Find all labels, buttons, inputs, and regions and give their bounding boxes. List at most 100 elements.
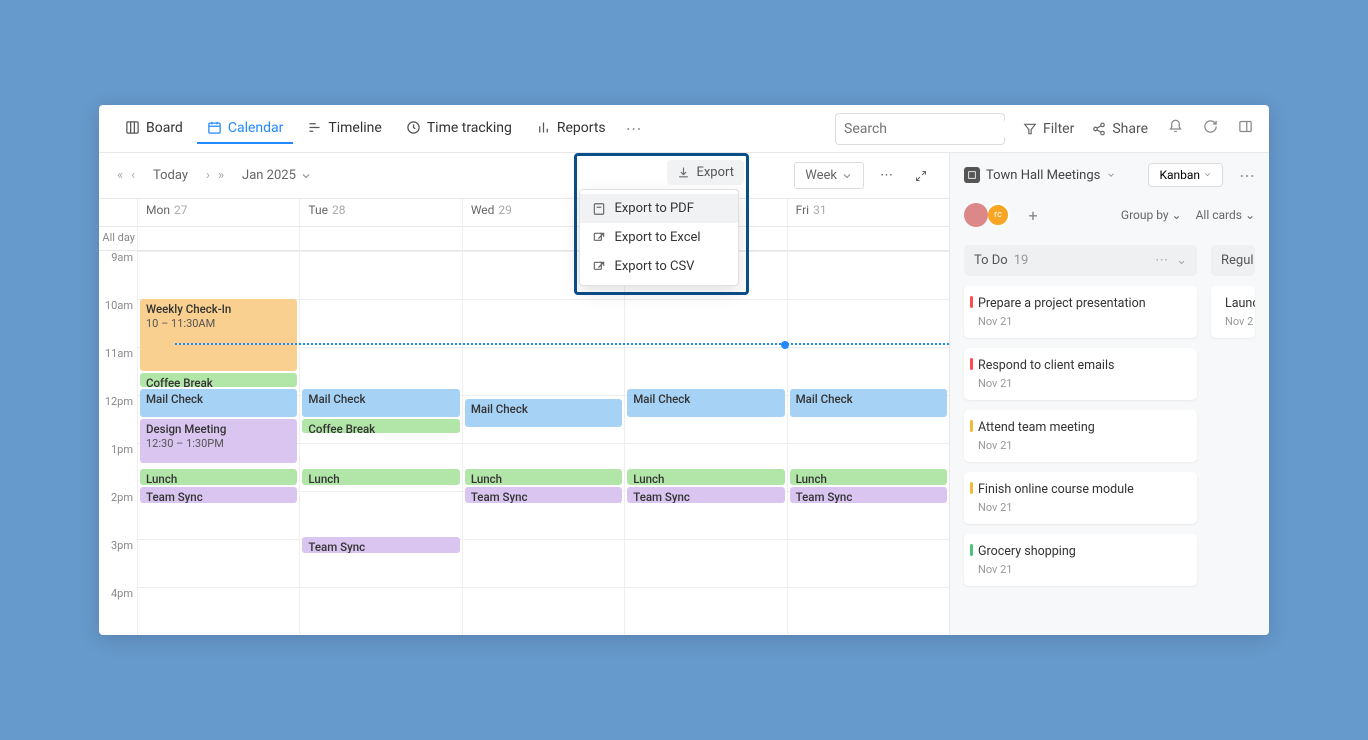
allday-cell[interactable] bbox=[299, 227, 461, 250]
event-title: Team Sync bbox=[471, 490, 616, 503]
nav-calendar[interactable]: Calendar bbox=[197, 114, 294, 144]
nav-first[interactable]: « bbox=[115, 168, 125, 183]
nav-next[interactable]: › bbox=[204, 168, 212, 183]
allday-row: All day bbox=[99, 227, 949, 251]
bell-button[interactable] bbox=[1168, 119, 1183, 138]
view-picker[interactable]: Week bbox=[794, 162, 864, 189]
day-header[interactable]: Mon27 bbox=[137, 199, 299, 226]
calendar-event[interactable]: Team Sync bbox=[302, 537, 459, 553]
side-more[interactable]: ⋯ bbox=[1239, 166, 1255, 185]
nav-timeline[interactable]: Timeline bbox=[297, 114, 391, 144]
calendar-event[interactable]: Lunch bbox=[465, 469, 622, 485]
cards-filter[interactable]: All cards ⌄ bbox=[1196, 208, 1255, 222]
column-more[interactable]: ⋯ bbox=[1155, 253, 1168, 268]
panel-toggle-button[interactable] bbox=[1238, 119, 1253, 138]
kanban-columns: To Do 19 ⋯⌄ Prepare a project presentati… bbox=[950, 237, 1269, 635]
expand-icon bbox=[915, 170, 927, 182]
calendar-event[interactable]: Lunch bbox=[627, 469, 784, 485]
today-button[interactable]: Today bbox=[147, 164, 194, 187]
avatar[interactable]: rc bbox=[986, 203, 1010, 227]
external-link-icon bbox=[592, 260, 606, 274]
share-button[interactable]: Share bbox=[1092, 121, 1148, 137]
export-excel-label: Export to Excel bbox=[614, 230, 700, 245]
hour-label: 9am bbox=[99, 251, 137, 299]
toolbar-more[interactable]: ⋯ bbox=[874, 164, 899, 187]
event-title: Weekly Check-In bbox=[146, 302, 291, 316]
calendar-event[interactable]: Mail Check bbox=[465, 399, 622, 427]
calendar-event[interactable]: Mail Check bbox=[140, 389, 297, 417]
calendar-event[interactable]: Weekly Check-In10 – 11:30AM bbox=[140, 299, 297, 371]
calendar-event[interactable]: Lunch bbox=[302, 469, 459, 485]
calendar-event[interactable]: Team Sync bbox=[790, 487, 947, 503]
nav-timeline-label: Timeline bbox=[328, 120, 381, 136]
kanban-card[interactable]: Respond to client emailsNov 21 bbox=[964, 348, 1197, 400]
search-input[interactable] bbox=[844, 121, 1022, 137]
expand-button[interactable] bbox=[909, 166, 933, 186]
view-kanban-button[interactable]: Kanban bbox=[1148, 163, 1223, 187]
allday-cell[interactable] bbox=[137, 227, 299, 250]
allday-label: All day bbox=[99, 227, 137, 250]
kanban-card[interactable]: Launc Nov 2 bbox=[1211, 286, 1255, 338]
calendar-event[interactable]: Coffee Break bbox=[140, 373, 297, 387]
nav-prev[interactable]: ‹ bbox=[129, 168, 137, 183]
day-cell[interactable]: Mail Check Coffee Break Lunch Team Sync bbox=[299, 251, 461, 635]
calendar-event[interactable]: Mail Check bbox=[302, 389, 459, 417]
export-excel[interactable]: Export to Excel bbox=[580, 223, 738, 252]
project-picker[interactable]: Town Hall Meetings bbox=[964, 167, 1116, 183]
calendar-event[interactable]: Coffee Break bbox=[302, 419, 459, 433]
day-header[interactable]: Fri31 bbox=[787, 199, 949, 226]
calendar-event[interactable]: Mail Check bbox=[627, 389, 784, 417]
event-title: Mail Check bbox=[796, 392, 941, 406]
day-cell[interactable]: Weekly Check-In10 – 11:30AM Coffee Break M… bbox=[137, 251, 299, 635]
kanban-card[interactable]: Prepare a project presentationNov 21 bbox=[964, 286, 1197, 338]
nav-more-icon[interactable]: ⋯ bbox=[626, 119, 642, 138]
filter-button[interactable]: Filter bbox=[1023, 121, 1074, 137]
column-collapse[interactable]: ⌄ bbox=[1176, 253, 1187, 268]
event-title: Team Sync bbox=[633, 490, 778, 503]
main-area: « ‹ Today › » Jan 2025 spacer Week ⋯ bbox=[99, 153, 1269, 635]
reports-icon bbox=[536, 120, 551, 135]
calendar-event[interactable]: Lunch bbox=[140, 469, 297, 485]
export-pdf-label: Export to PDF bbox=[614, 201, 693, 216]
kanban-column: To Do 19 ⋯⌄ Prepare a project presentati… bbox=[964, 245, 1197, 627]
allday-cell[interactable] bbox=[787, 227, 949, 250]
event-title: Mail Check bbox=[471, 402, 616, 416]
chevron-down-icon bbox=[1106, 170, 1116, 180]
hour-label: 11am bbox=[99, 347, 137, 395]
groupby-picker[interactable]: Group by ⌄ bbox=[1121, 208, 1182, 222]
nav-timetracking[interactable]: Time tracking bbox=[396, 114, 522, 144]
calendar-event[interactable]: Team Sync bbox=[465, 487, 622, 503]
board-icon bbox=[125, 120, 140, 135]
calendar-event[interactable]: Design Meeting12:30 – 1:30PM bbox=[140, 419, 297, 463]
now-indicator bbox=[175, 343, 949, 345]
calendar-event[interactable]: Lunch bbox=[790, 469, 947, 485]
kanban-card[interactable]: Finish online course moduleNov 21 bbox=[964, 472, 1197, 524]
refresh-button[interactable] bbox=[1203, 119, 1218, 138]
project-name: Town Hall Meetings bbox=[986, 168, 1100, 183]
nav-reports[interactable]: Reports bbox=[526, 114, 616, 144]
calendar-grid: 9am10am11am12pm1pm2pm3pm4pm Weekly Check… bbox=[99, 251, 949, 635]
avatar[interactable] bbox=[964, 203, 988, 227]
add-user-button[interactable]: + bbox=[1022, 204, 1044, 226]
kanban-column-peek: Regul Launc Nov 2 bbox=[1211, 245, 1255, 627]
day-cell[interactable]: Mail Check Lunch Team Sync bbox=[787, 251, 949, 635]
kanban-card[interactable]: Grocery shoppingNov 21 bbox=[964, 534, 1197, 586]
search-box[interactable] bbox=[835, 113, 1005, 145]
card-title: Respond to client emails bbox=[978, 358, 1185, 373]
kanban-column-header[interactable]: To Do 19 ⋯⌄ bbox=[964, 245, 1197, 276]
month-picker[interactable]: Jan 2025 bbox=[236, 164, 318, 187]
nav-board[interactable]: Board bbox=[115, 114, 193, 144]
calendar-event[interactable]: Mail Check bbox=[790, 389, 947, 417]
nav-last[interactable]: » bbox=[216, 168, 226, 183]
export-csv[interactable]: Export to CSV bbox=[580, 252, 738, 281]
export-pdf[interactable]: Export to PDF bbox=[580, 194, 738, 223]
day-cell[interactable]: Mail Check Lunch Team Sync bbox=[624, 251, 786, 635]
kanban-column-header[interactable]: Regul bbox=[1211, 245, 1255, 276]
kanban-card[interactable]: Attend team meetingNov 21 bbox=[964, 410, 1197, 462]
event-title: Mail Check bbox=[633, 392, 778, 406]
export-button[interactable]: Export bbox=[667, 160, 744, 185]
calendar-event[interactable]: Team Sync bbox=[140, 487, 297, 503]
day-cell[interactable]: Mail Check Lunch Team Sync bbox=[462, 251, 624, 635]
calendar-event[interactable]: Team Sync bbox=[627, 487, 784, 503]
day-header[interactable]: Tue28 bbox=[299, 199, 461, 226]
